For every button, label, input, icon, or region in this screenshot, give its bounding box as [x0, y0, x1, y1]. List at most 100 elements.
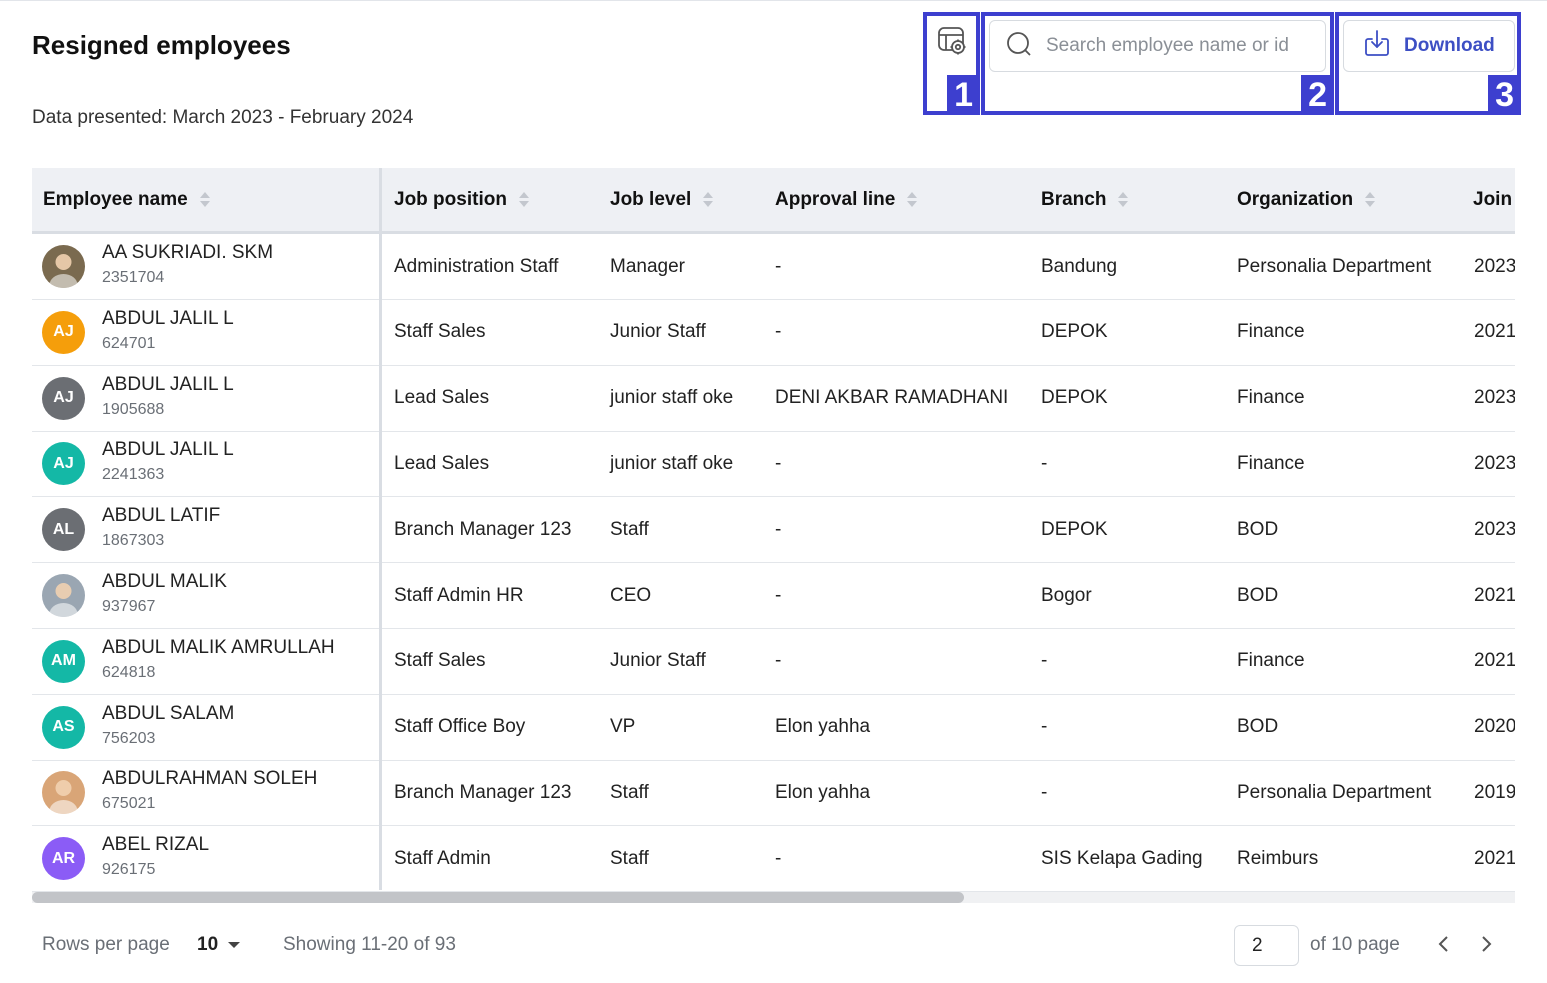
search-input[interactable] — [1046, 35, 1306, 57]
download-button[interactable]: Download — [1343, 20, 1515, 72]
table-settings-icon — [936, 24, 968, 61]
column-header-organization[interactable]: Organization — [1237, 168, 1376, 231]
rows-per-page-label: Rows per page — [42, 934, 170, 955]
organization-cell: Personalia Department — [1237, 255, 1432, 277]
job-level-cell: junior staff oke — [610, 387, 734, 409]
column-header-job-level[interactable]: Job level — [610, 168, 714, 231]
avatar: AL — [42, 508, 85, 552]
search-field[interactable] — [989, 20, 1326, 72]
table-header: Employee name Job position Job level App… — [32, 168, 1515, 234]
join-cell: 2021 — [1474, 321, 1515, 343]
employees-table: Employee name Job position Job level App… — [32, 168, 1515, 903]
annotation-tag-3: 3 — [1488, 75, 1521, 115]
employee-id: 926175 — [102, 861, 156, 879]
avatar-initials: AJ — [53, 389, 74, 407]
table-row[interactable]: AJ ABDUL JALIL L 2241363 Lead Sales junior s… — [32, 431, 1515, 498]
join-cell: 2023 — [1474, 452, 1515, 474]
column-header-approval-line[interactable]: Approval line — [775, 168, 918, 231]
employee-id: 937967 — [102, 598, 156, 615]
next-page-button[interactable] — [1474, 932, 1498, 956]
employee-name[interactable]: ABDUL MALIK AMRULLAH — [102, 637, 335, 659]
download-label: Download — [1404, 35, 1495, 56]
branch-cell: DEPOK — [1041, 387, 1108, 409]
employee-name[interactable]: ABEL RIZAL — [102, 834, 209, 856]
sort-icon — [907, 192, 918, 207]
employee-name[interactable]: ABDUL SALAM — [102, 703, 234, 725]
approval-line-cell: - — [775, 847, 782, 869]
branch-cell: - — [1041, 452, 1048, 474]
table-row[interactable]: AA SUKRIADI. SKM 2351704 Administration St… — [32, 234, 1515, 300]
employee-cell[interactable]: AJ ABDUL JALIL L 1905688 — [32, 366, 379, 431]
employee-cell[interactable]: AJ ABDUL JALIL L 2241363 — [32, 431, 379, 496]
employee-name[interactable]: ABDUL JALIL L — [102, 439, 234, 461]
branch-cell: Bogor — [1041, 584, 1092, 606]
prev-page-button[interactable] — [1432, 932, 1456, 956]
data-period-text: Data presented: March 2023 - February 20… — [32, 107, 414, 128]
employee-name[interactable]: ABDUL MALIK — [102, 571, 227, 593]
employee-name[interactable]: ABDUL LATIF — [102, 505, 220, 527]
job-level-cell: Junior Staff — [610, 321, 706, 343]
organization-cell: BOD — [1237, 584, 1279, 606]
avatar: AR — [42, 837, 85, 881]
employee-name[interactable]: AA SUKRIADI. SKM — [102, 242, 273, 264]
job-position-cell: Staff Office Boy — [394, 716, 526, 738]
rows-per-page-select[interactable]: 10 — [197, 934, 241, 956]
employee-cell[interactable]: AS ABDUL SALAM 756203 — [32, 695, 379, 760]
employee-cell[interactable]: ABDULRAHMAN SOLEH 675021 — [32, 760, 379, 825]
table-row[interactable]: AM ABDUL MALIK AMRULLAH 624818 Staff Sales J… — [32, 629, 1515, 695]
job-position-cell: Staff Sales — [394, 650, 486, 672]
avatar: AJ — [42, 442, 85, 486]
employee-cell[interactable]: AL ABDUL LATIF 1867303 — [32, 497, 379, 562]
employee-name[interactable]: ABDULRAHMAN SOLEH — [102, 768, 317, 790]
approval-line-cell: - — [775, 584, 782, 606]
branch-cell: DEPOK — [1041, 518, 1108, 540]
employee-cell[interactable]: AR ABEL RIZAL 926175 — [32, 826, 379, 891]
job-level-cell: junior staff oke — [610, 452, 734, 474]
column-header-job-position[interactable]: Job position — [394, 168, 529, 231]
employee-name[interactable]: ABDUL JALIL L — [102, 374, 234, 396]
chevron-down-icon — [228, 942, 241, 948]
search-container: 2 — [981, 12, 1334, 115]
download-icon — [1362, 28, 1392, 64]
join-cell: 2021 — [1474, 847, 1515, 869]
job-position-cell: Staff Admin HR — [394, 584, 524, 606]
table-row[interactable]: AL ABDUL LATIF 1867303 Branch Manager 123 St… — [32, 497, 1515, 564]
branch-cell: DEPOK — [1041, 321, 1108, 343]
chevron-left-icon — [1438, 936, 1448, 952]
avatar-initials: AS — [52, 718, 75, 736]
job-level-cell: VP — [610, 716, 636, 738]
job-level-cell: CEO — [610, 584, 652, 606]
join-cell: 2023 — [1474, 255, 1515, 277]
branch-cell: Bandung — [1041, 255, 1118, 277]
job-position-cell: Branch Manager 123 — [394, 518, 572, 540]
organization-cell: Finance — [1237, 387, 1305, 409]
column-header-join[interactable]: Join — [1473, 168, 1512, 231]
column-header-employee-name[interactable]: Employee name — [43, 168, 210, 231]
chevron-right-icon — [1482, 936, 1492, 952]
organization-cell: BOD — [1237, 716, 1279, 738]
column-header-branch[interactable]: Branch — [1041, 168, 1129, 231]
organization-cell: Personalia Department — [1237, 781, 1432, 803]
employee-cell[interactable]: AJ ABDUL JALIL L 624701 — [32, 300, 379, 365]
table-row[interactable]: AS ABDUL SALAM 756203 Staff Office Boy VP Elo… — [32, 695, 1515, 761]
table-settings-button[interactable]: 1 — [923, 12, 980, 115]
employee-cell[interactable]: ABDUL MALIK 937967 — [32, 563, 379, 628]
employee-id: 2351704 — [102, 269, 165, 286]
table-row[interactable]: AJ ABDUL JALIL L 624701 Staff Sales Junior S… — [32, 300, 1515, 366]
page-number-input[interactable] — [1234, 925, 1299, 966]
sort-icon — [1365, 192, 1376, 207]
table-row[interactable]: ABDULRAHMAN SOLEH 675021 Branch Manager 12… — [32, 760, 1515, 827]
employee-cell[interactable]: AM ABDUL MALIK AMRULLAH 624818 — [32, 629, 379, 694]
horizontal-scrollbar[interactable] — [32, 892, 1515, 903]
table-row[interactable]: AR ABEL RIZAL 926175 Staff Admin Staff - SIS K… — [32, 826, 1515, 893]
table-row[interactable]: AJ ABDUL JALIL L 1905688 Lead Sales junior s… — [32, 366, 1515, 432]
employee-cell[interactable]: AA SUKRIADI. SKM 2351704 — [32, 234, 379, 299]
job-level-cell: Staff — [610, 847, 649, 869]
employee-name[interactable]: ABDUL JALIL L — [102, 308, 234, 330]
join-cell: 2020 — [1474, 716, 1515, 738]
scrollbar-thumb[interactable] — [32, 892, 964, 903]
avatar — [42, 771, 85, 815]
job-position-cell: Lead Sales — [394, 387, 490, 409]
table-row[interactable]: ABDUL MALIK 937967 Staff Admin HR CEO - Bogor… — [32, 563, 1515, 629]
annotation-tag-1: 1 — [947, 75, 980, 115]
